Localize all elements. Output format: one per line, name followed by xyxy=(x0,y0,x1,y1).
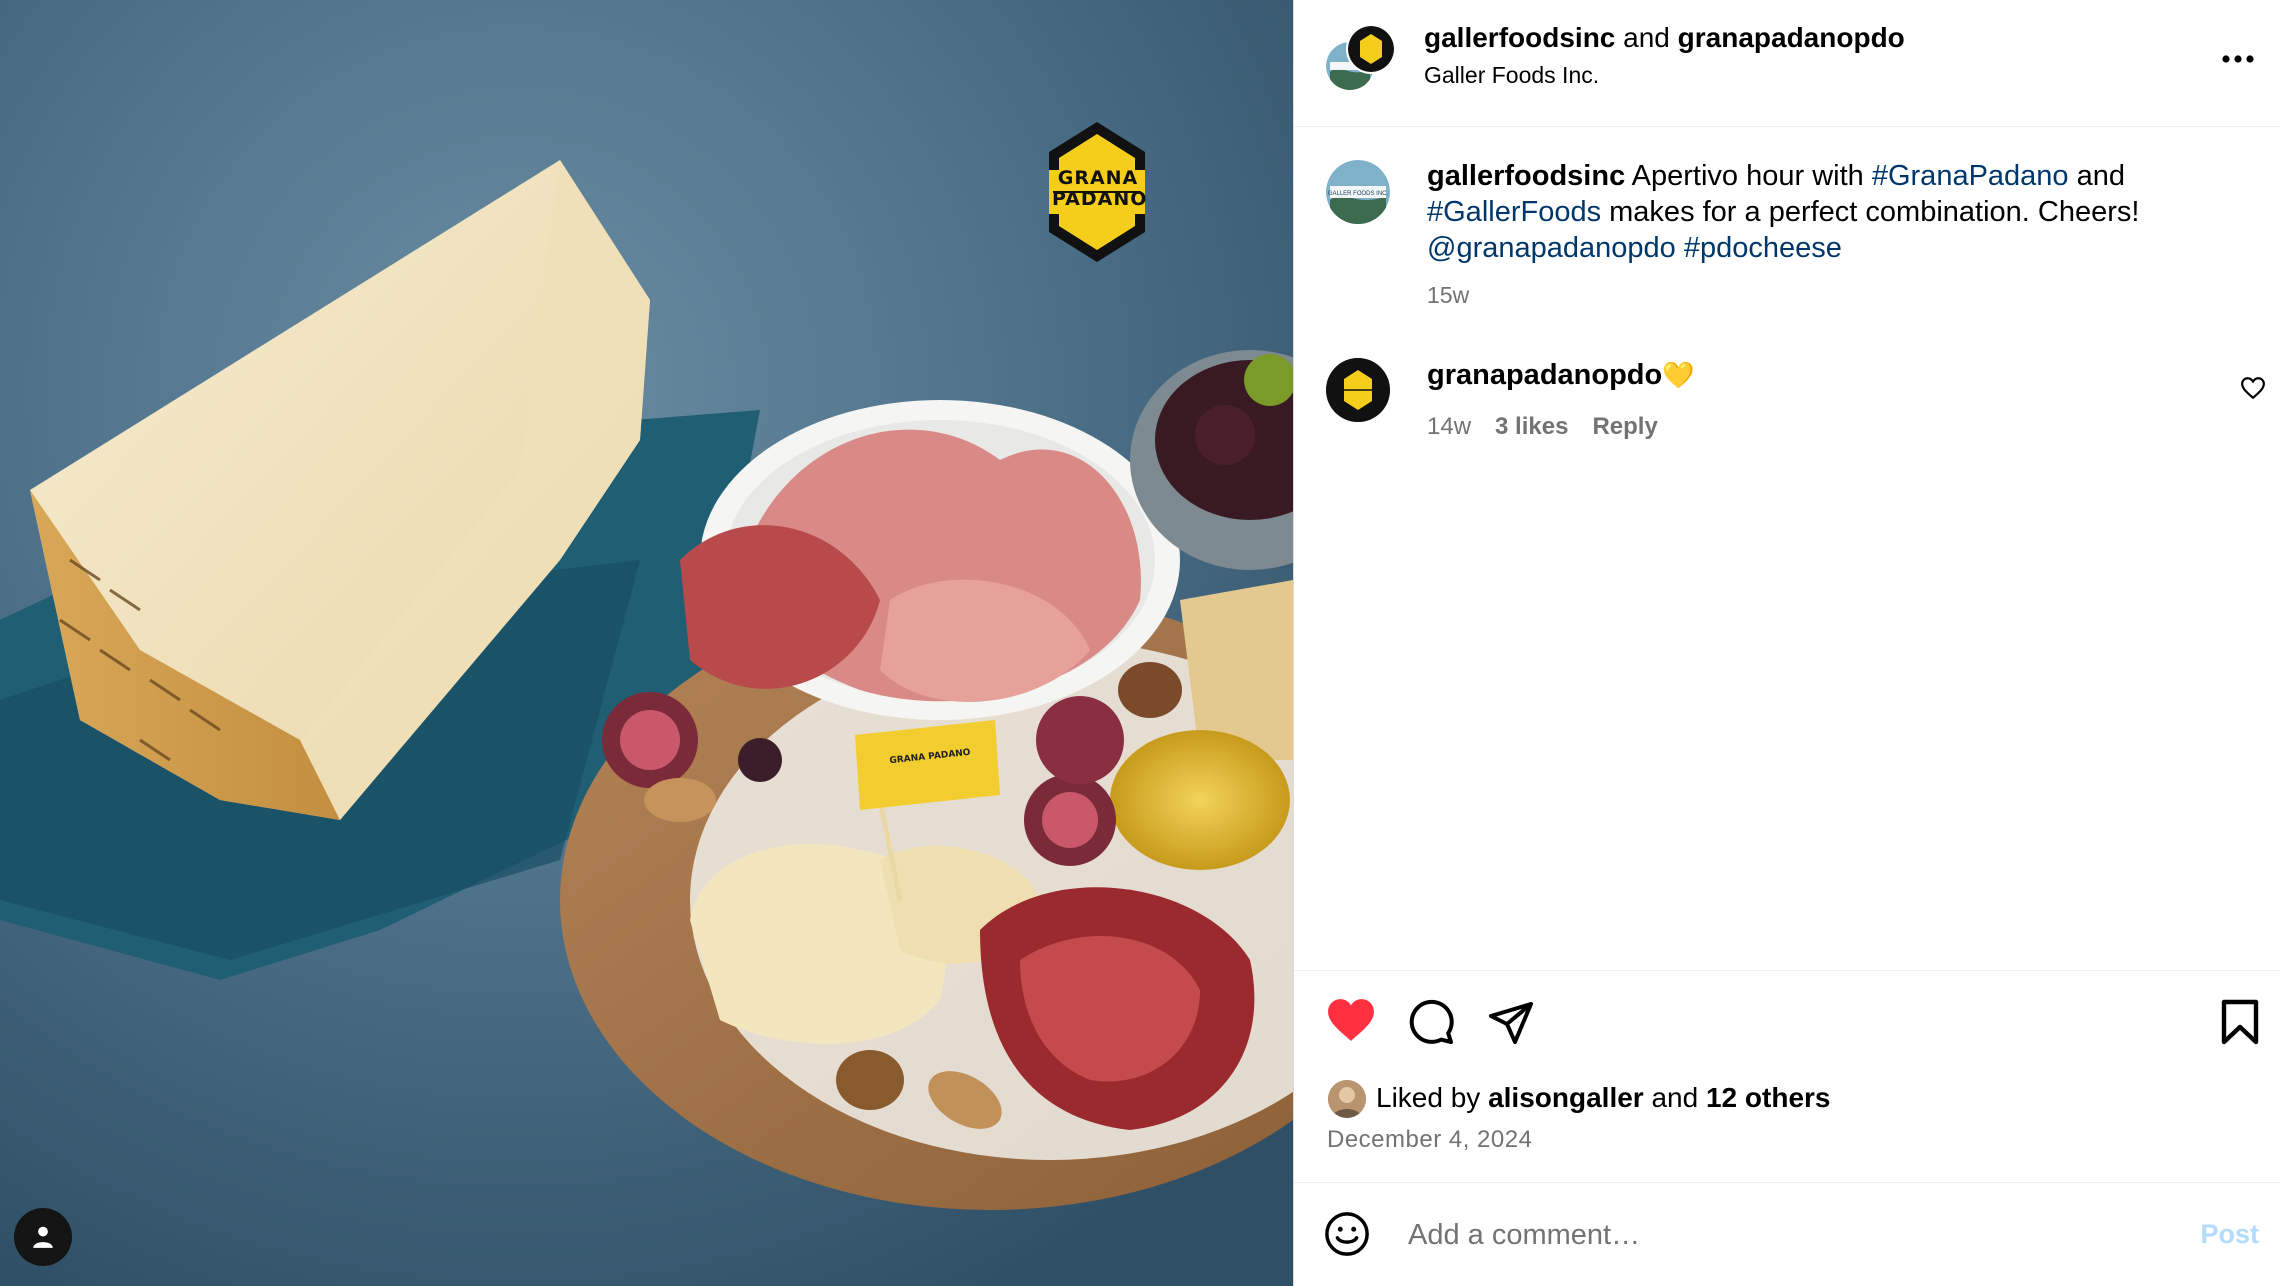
comment-button[interactable] xyxy=(1407,998,1455,1051)
post-caption: gallerfoodsinc Apertivo hour with #Grana… xyxy=(1427,158,2247,266)
yellow-heart-emoji: 💛 xyxy=(1662,360,1695,390)
liked-by-avatar[interactable] xyxy=(1328,1080,1366,1118)
header-joiner: and xyxy=(1615,22,1678,53)
comment-bar: Post xyxy=(1294,1182,2280,1286)
collab-avatars[interactable] xyxy=(1324,24,1396,94)
logo-line-1: GRANA xyxy=(1057,167,1139,189)
logo-line-2: PADANO xyxy=(1052,188,1148,210)
comment-like-icon xyxy=(2241,377,2265,400)
comment-reply-button[interactable]: Reply xyxy=(1592,413,1657,440)
hashtag-granapadano[interactable]: #GranaPadano xyxy=(1872,160,2069,192)
more-options-button[interactable] xyxy=(2221,36,2255,70)
liked-by-joiner: and xyxy=(1643,1082,1706,1113)
comment-likes[interactable]: 3 likes xyxy=(1495,413,1568,440)
liked-by-text: Liked by alisongaller and 12 others xyxy=(1376,1082,1830,1114)
grana-avatar-icon xyxy=(1326,358,1390,422)
header-subtitle: Galler Foods Inc. xyxy=(1424,62,1600,88)
collab-usernames: gallerfoodsinc and granapadanopdo xyxy=(1424,22,1905,54)
caption-timestamp[interactable]: 15w xyxy=(1427,282,1469,309)
liked-by-user[interactable]: alisongaller xyxy=(1488,1082,1644,1113)
emoji-icon xyxy=(1325,1212,1369,1256)
caption-avatar[interactable]: GALLER FOODS INC. xyxy=(1326,160,1390,224)
caption-avatar-text: GALLER FOODS INC. xyxy=(1328,191,1389,197)
post-comment-button[interactable]: Post xyxy=(2200,1219,2259,1250)
heart-icon xyxy=(1328,999,1374,1041)
more-icon xyxy=(2222,55,2254,63)
comment-username[interactable]: granapadanopdo xyxy=(1427,359,1662,392)
header-username-2[interactable]: granapadanopdo xyxy=(1678,22,1905,53)
person-avatar-icon xyxy=(1328,1080,1366,1118)
caption-text-1: Apertivo hour with xyxy=(1625,160,1872,192)
comment-timestamp[interactable]: 14w xyxy=(1427,413,1471,440)
post-header: gallerfoodsinc and granapadanopdo Galler… xyxy=(1294,0,2280,127)
bookmark-icon xyxy=(2221,999,2259,1045)
comment-avatar[interactable] xyxy=(1326,358,1390,422)
comment-icon xyxy=(1409,999,1454,1044)
mention-granapadanopdo[interactable]: @granapadanopdo xyxy=(1427,232,1676,264)
post-details-panel: gallerfoodsinc and granapadanopdo Galler… xyxy=(1293,0,2280,1286)
caption-text-3: makes for a perfect combination. Cheers! xyxy=(1601,196,2140,228)
share-button[interactable] xyxy=(1487,998,1535,1051)
grana-avatar-icon xyxy=(1348,26,1394,72)
liked-by-others[interactable]: 12 others xyxy=(1706,1082,1831,1113)
user-tag-button[interactable] xyxy=(14,1208,72,1266)
comment-meta: 14w 3 likes Reply xyxy=(1427,413,1682,441)
like-button[interactable] xyxy=(1326,997,1376,1048)
comment-input[interactable] xyxy=(1406,1207,2110,1263)
comment-like-button[interactable] xyxy=(2240,376,2266,405)
user-tag-icon xyxy=(33,1226,53,1248)
share-icon xyxy=(1489,1002,1533,1044)
liked-by-prefix: Liked by xyxy=(1376,1082,1489,1113)
caption-username[interactable]: gallerfoodsinc xyxy=(1427,160,1625,192)
save-button[interactable] xyxy=(2218,998,2262,1051)
hashtag-gallerfoods[interactable]: #GallerFoods xyxy=(1427,196,1601,228)
hashtag-pdocheese[interactable]: #pdocheese xyxy=(1684,232,1842,264)
actions-divider xyxy=(1294,970,2280,971)
post-date[interactable]: December 4, 2024 xyxy=(1327,1126,1532,1154)
grana-padano-logo: GRANA PADANO xyxy=(1052,167,1148,210)
caption-text-2: and xyxy=(2068,160,2126,192)
emoji-button[interactable] xyxy=(1324,1211,1370,1262)
avatar-granapadanopdo[interactable] xyxy=(1346,24,1396,74)
header-username-1[interactable]: gallerfoodsinc xyxy=(1424,22,1615,53)
globe-avatar-icon: GALLER FOODS INC. xyxy=(1326,160,1390,224)
post-image[interactable]: GRANA PADANO GRANA PADANO xyxy=(0,0,1293,1286)
